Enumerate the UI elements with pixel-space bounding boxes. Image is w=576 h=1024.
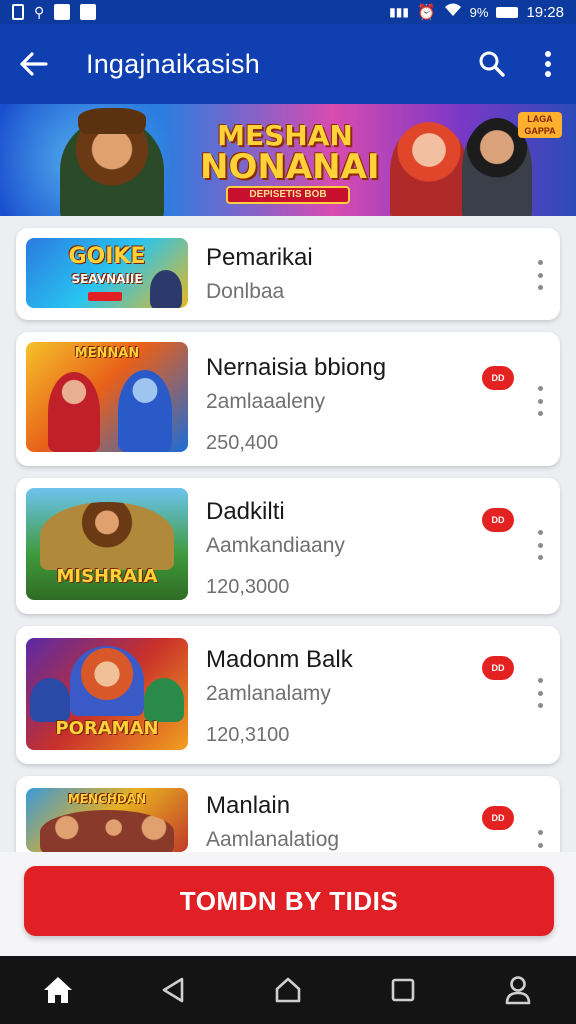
list-item[interactable]: MENNAN Nernaisia bbiong 2amlaaaleny 250,… bbox=[16, 332, 560, 466]
profile-icon bbox=[506, 976, 531, 1005]
banner-ribbon: DEPISETIS BOB bbox=[226, 186, 350, 204]
system-nav-bar bbox=[0, 956, 576, 1024]
banner-tag: LAGA GAPPA bbox=[518, 112, 562, 138]
status-badge: DD bbox=[482, 656, 514, 680]
clock: 19:28 bbox=[526, 3, 564, 21]
overflow-menu-button[interactable] bbox=[520, 24, 576, 104]
app-bar: Ingajnaikasish bbox=[0, 24, 576, 104]
item-count: 120,3000 bbox=[206, 576, 290, 598]
thumb-character-blue bbox=[118, 370, 172, 452]
thumb-character-red bbox=[48, 372, 100, 452]
item-subtitle: 2amlanalamy bbox=[206, 682, 331, 705]
notification-icon-2 bbox=[80, 4, 97, 20]
item-title: Pemarikai bbox=[206, 244, 313, 271]
banner-character-fox-girl bbox=[390, 122, 468, 216]
item-count: 120,3100 bbox=[206, 724, 290, 746]
thumb-character-hero bbox=[70, 646, 144, 716]
status-badge: DD bbox=[482, 508, 514, 532]
nav-recents-button[interactable] bbox=[373, 960, 433, 1020]
game-thumbnail: MENNAN bbox=[26, 342, 188, 452]
thumb-character-right bbox=[144, 678, 184, 722]
usb-icon: ⚲ bbox=[34, 3, 45, 20]
alarm-icon: ⏰ bbox=[416, 4, 436, 21]
banner-title: MESHAN NONANAI bbox=[200, 119, 380, 187]
nav-back-button[interactable] bbox=[143, 960, 203, 1020]
nav-launcher-button[interactable] bbox=[258, 960, 318, 1020]
home-outline-icon bbox=[275, 977, 301, 1003]
thumb-character-left bbox=[30, 678, 70, 722]
game-thumbnail: MENCHDAN bbox=[26, 788, 188, 852]
status-badge: DD bbox=[482, 366, 514, 390]
sim-icon bbox=[12, 4, 24, 20]
nav-profile-button[interactable] bbox=[488, 960, 548, 1020]
item-more-button[interactable] bbox=[532, 678, 548, 708]
notification-icon bbox=[54, 4, 71, 20]
status-bar: ⚲ ▮▮▮ ⏰ 9% 19:28 bbox=[0, 0, 576, 24]
item-subtitle: 2amlaaaleny bbox=[206, 390, 326, 413]
thumb-character-row bbox=[40, 810, 174, 852]
primary-action-button[interactable]: TOMDN BY TIDIS bbox=[24, 866, 554, 936]
list-item[interactable]: PORAMAN Madonm Balk 2amlanalamy 120,3100… bbox=[16, 626, 560, 764]
page-title: Ingajnaikasish bbox=[86, 48, 260, 79]
item-count: 250,400 bbox=[206, 432, 279, 454]
status-badge: DD bbox=[482, 806, 514, 830]
game-thumbnail: MISHRAIA bbox=[26, 488, 188, 600]
item-title: Manlain bbox=[206, 792, 291, 819]
signal-bars-icon: ▮▮▮ bbox=[389, 5, 409, 19]
thumb-character bbox=[150, 270, 182, 308]
promo-banner[interactable]: MESHAN NONANAI DEPISETIS BOB LAGA GAPPA bbox=[0, 104, 576, 216]
thumb-character-group bbox=[40, 502, 174, 570]
back-triangle-icon bbox=[162, 977, 184, 1003]
item-subtitle: Donlbaa bbox=[206, 280, 285, 303]
battery-icon bbox=[496, 6, 519, 18]
banner-hat bbox=[78, 108, 146, 134]
item-more-button[interactable] bbox=[532, 386, 548, 416]
game-thumbnail: PORAMAN bbox=[26, 638, 188, 750]
recents-square-icon bbox=[391, 978, 415, 1002]
item-subtitle: Aamlanalatiog bbox=[206, 828, 340, 851]
arrow-left-icon bbox=[20, 52, 48, 76]
item-more-button[interactable] bbox=[532, 260, 548, 290]
more-vertical-icon bbox=[545, 51, 551, 77]
item-title: Madonm Balk bbox=[206, 646, 353, 673]
item-title: Dadkilti bbox=[206, 498, 285, 525]
item-title: Nernaisia bbiong bbox=[206, 354, 387, 381]
home-icon bbox=[43, 977, 72, 1003]
wifi-icon bbox=[444, 3, 462, 21]
battery-percent: 9% bbox=[469, 4, 489, 20]
item-more-button[interactable] bbox=[532, 530, 548, 560]
thumb-button bbox=[88, 292, 122, 301]
game-thumbnail: GOIKE SEAVNAIIE bbox=[26, 238, 188, 308]
search-icon bbox=[479, 51, 505, 77]
item-subtitle: Aamkandiaany bbox=[206, 534, 345, 557]
list-item[interactable]: GOIKE SEAVNAIIE Pemarikai Donlbaa bbox=[16, 228, 560, 320]
back-button[interactable] bbox=[0, 24, 68, 104]
list-item[interactable]: MISHRAIA Dadkilti Aamkandiaany 120,3000 … bbox=[16, 478, 560, 614]
search-button[interactable] bbox=[464, 24, 520, 104]
nav-home-button[interactable] bbox=[28, 960, 88, 1020]
